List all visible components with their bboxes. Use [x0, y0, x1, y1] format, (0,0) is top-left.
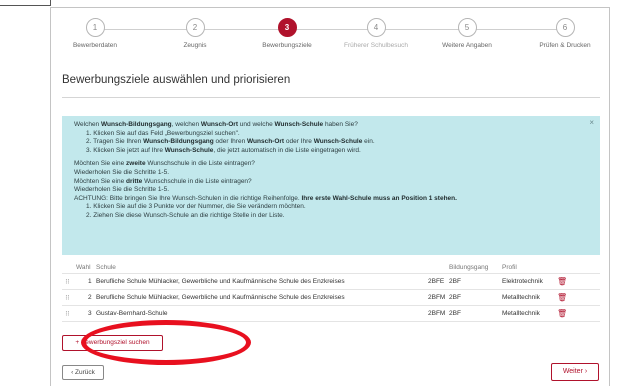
step-2-circle: 2	[185, 18, 205, 37]
choices-table: Wahl Schule Bildungsgang Profil ⠿ 1 Beru…	[62, 260, 600, 322]
step-4-circle: 4	[366, 18, 386, 37]
row-bildungsgang: 2BF	[449, 310, 461, 317]
step-2-label: Zeugnis	[183, 42, 207, 49]
step-6[interactable]: 6 Prüfen & Drucken	[517, 18, 613, 49]
header-profil: Profil	[502, 264, 517, 271]
step-3[interactable]: 3 Bewerbungsziele	[239, 18, 335, 49]
row-schule: Berufliche Schule Mühlacker, Gewerbliche…	[96, 294, 345, 301]
close-icon[interactable]: ×	[589, 118, 594, 128]
info-second-school: Möchten Sie eine zweite Wunschschule in …	[74, 160, 255, 168]
step-1[interactable]: 1 Bewerberdaten	[47, 18, 143, 49]
drag-handle-icon[interactable]: ⠿	[65, 310, 70, 318]
row-code: 2BFM	[428, 310, 446, 317]
info-question: Welchen Wunsch-Bildungsgang, welchen Wun…	[74, 121, 358, 128]
step-6-circle: 6	[555, 18, 575, 37]
title-divider	[62, 97, 600, 98]
table-row[interactable]: ⠿ 3 Gustav-Bernhard-Schule 2BFM 2BF Meta…	[62, 306, 600, 322]
row-code: 2BFM	[428, 294, 446, 301]
progress-stepper: 1 Bewerberdaten 2 Zeugnis 3 Bewerbungszi…	[51, 18, 611, 58]
info-repeat-2: Wiederholen Sie die Schritte 1-5.	[74, 186, 170, 194]
step-5[interactable]: 5 Weitere Angaben	[419, 18, 515, 49]
info-step-3: 3. Klicken Sie jetzt auf Ihre Wunsch-Sch…	[86, 146, 361, 154]
drag-handle-icon[interactable]: ⠿	[65, 278, 70, 286]
row-profil: Metalltechnik	[502, 310, 540, 317]
next-button[interactable]: Weiter ›	[551, 363, 599, 381]
step-6-label: Prüfen & Drucken	[539, 42, 591, 49]
search-goal-button[interactable]: + Bewerbungsziel suchen	[62, 335, 163, 351]
row-wahl: 1	[88, 278, 92, 285]
step-3-circle: 3	[277, 18, 297, 37]
row-bildungsgang: 2BF	[449, 294, 461, 301]
trash-icon[interactable]: 🗑	[557, 309, 567, 318]
step-1-label: Bewerberdaten	[72, 42, 118, 49]
info-warning-step-1: 1. Klicken Sie auf die 3 Punkte vor der …	[86, 203, 306, 211]
back-button[interactable]: ‹ Zurück	[62, 365, 104, 380]
instructions-box: × Welchen Wunsch-Bildungsgang, welchen W…	[62, 116, 600, 255]
application-card: 1 Bewerberdaten 2 Zeugnis 3 Bewerbungszi…	[50, 7, 610, 386]
step-5-circle: 5	[457, 18, 477, 37]
header-schule: Schule	[96, 264, 116, 271]
table-row[interactable]: ⠿ 2 Berufliche Schule Mühlacker, Gewerbl…	[62, 290, 600, 306]
header-wahl: Wahl	[76, 264, 91, 271]
row-profil: Elektrotechnik	[502, 278, 543, 285]
step-4[interactable]: 4 Früherer Schulbesuch	[328, 18, 424, 49]
window-fragment	[0, 0, 51, 6]
row-wahl: 2	[88, 294, 92, 301]
page-title: Bewerbungsziele auswählen und priorisier…	[62, 74, 291, 86]
step-4-label: Früherer Schulbesuch	[344, 42, 408, 49]
drag-handle-icon[interactable]: ⠿	[65, 294, 70, 302]
row-schule: Gustav-Bernhard-Schule	[96, 310, 168, 317]
step-3-label: Bewerbungsziele	[262, 42, 312, 49]
table-row[interactable]: ⠿ 1 Berufliche Schule Mühlacker, Gewerbl…	[62, 274, 600, 290]
row-code: 2BFE	[428, 278, 445, 285]
step-5-label: Weitere Angaben	[442, 42, 492, 49]
step-1-circle: 1	[85, 18, 105, 37]
info-step-1: 1. Klicken Sie auf das Feld „Bewerbungsz…	[86, 129, 240, 137]
row-wahl: 3	[88, 310, 92, 317]
step-2[interactable]: 2 Zeugnis	[147, 18, 243, 49]
trash-icon[interactable]: 🗑	[557, 277, 567, 286]
info-step-2: 2. Tragen Sie Ihren Wunsch-Bildungsgang …	[86, 138, 375, 146]
row-profil: Metalltechnik	[502, 294, 540, 301]
info-third-school: Möchten Sie eine dritte Wunschschule in …	[74, 177, 252, 185]
row-bildungsgang: 2BF	[449, 278, 461, 285]
trash-icon[interactable]: 🗑	[557, 293, 567, 302]
info-warning: ACHTUNG: Bitte bringen Sie Ihre Wunsch-S…	[74, 194, 457, 202]
table-header: Wahl Schule Bildungsgang Profil	[62, 260, 600, 274]
info-repeat-1: Wiederholen Sie die Schritte 1-5.	[74, 168, 170, 176]
row-schule: Berufliche Schule Mühlacker, Gewerbliche…	[96, 278, 345, 285]
info-warning-step-2: 2. Ziehen Sie diese Wunsch-Schule an die…	[86, 211, 285, 219]
header-bildungsgang: Bildungsgang	[449, 264, 489, 271]
